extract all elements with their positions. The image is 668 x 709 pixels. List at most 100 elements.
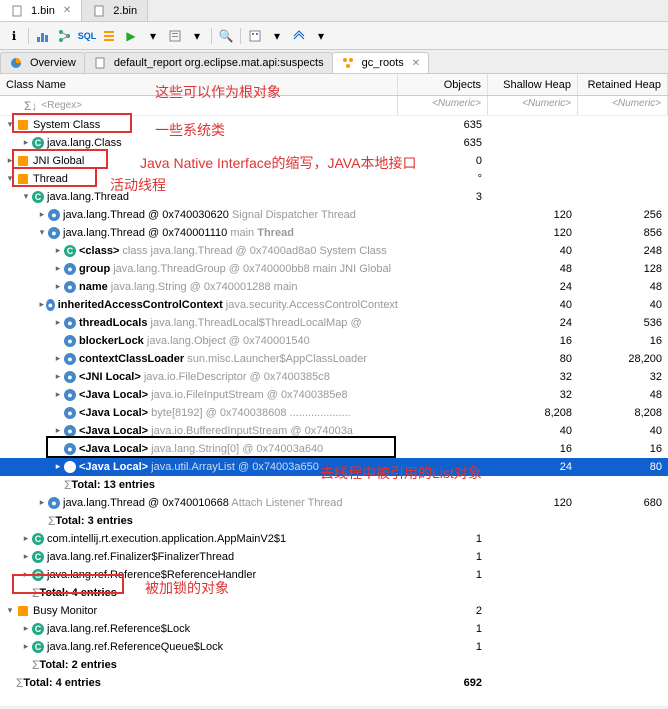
row-class[interactable]: ▸Cjava.lang.ref.Reference$Lock 1 bbox=[0, 620, 668, 638]
row-field[interactable]: ▸●<Java Local> java.io.BufferedInputStre… bbox=[0, 422, 668, 440]
object-icon: ● bbox=[64, 389, 76, 401]
filter-numeric[interactable]: <Numeric> bbox=[488, 96, 578, 115]
tab-report[interactable]: default_report org.eclipse.mat.api:suspe… bbox=[84, 52, 333, 73]
row-system-class[interactable]: ▾System Class 635 bbox=[0, 116, 668, 134]
tab-overview[interactable]: Overview bbox=[0, 52, 85, 73]
expander-icon[interactable]: ▸ bbox=[36, 209, 48, 221]
sum-icon: Σ bbox=[48, 514, 55, 528]
expander-icon[interactable]: ▸ bbox=[20, 533, 32, 545]
row-total[interactable]: ΣTotal: 3 entries bbox=[0, 512, 668, 530]
expander-icon[interactable]: ▾ bbox=[4, 605, 16, 617]
expander-icon[interactable]: ▸ bbox=[52, 317, 64, 329]
toolbar: ℹ SQL ▶ ▾ ▾ 🔍 ▾ ▾ bbox=[0, 22, 668, 50]
object-icon: ● bbox=[64, 353, 76, 365]
row-class[interactable]: ▸Cjava.lang.ref.ReferenceQueue$Lock 1 bbox=[0, 638, 668, 656]
row-total[interactable]: ΣTotal: 13 entries bbox=[0, 476, 668, 494]
object-icon: ● bbox=[64, 317, 76, 329]
filter-text: <Regex> bbox=[41, 100, 82, 111]
row-field[interactable]: ●<Java Local> java.lang.String[0] @ 0x74… bbox=[0, 440, 668, 458]
sum-icon: Σ bbox=[32, 658, 39, 672]
close-icon[interactable]: ✕ bbox=[412, 58, 420, 69]
tree-body[interactable]: ▾System Class 635 ▸Cjava.lang.Class 635 … bbox=[0, 116, 668, 706]
row-thread[interactable]: ▾Thread ° bbox=[0, 170, 668, 188]
col-retained[interactable]: Retained Heap bbox=[578, 74, 668, 95]
expander-icon[interactable]: ▸ bbox=[20, 641, 32, 653]
row-total[interactable]: ΣTotal: 4 entries bbox=[0, 584, 668, 602]
threads-icon[interactable] bbox=[99, 26, 119, 46]
row-field[interactable]: ●blockerLock java.lang.Object @ 0x740001… bbox=[0, 332, 668, 350]
row-field[interactable]: ▸●name java.lang.String @ 0x740001288 ma… bbox=[0, 278, 668, 296]
class-icon: C bbox=[32, 623, 44, 635]
row-class[interactable]: ▸Cjava.lang.ref.Reference$ReferenceHandl… bbox=[0, 566, 668, 584]
row-class[interactable]: ▸Cjava.lang.ref.Finalizer$FinalizerThrea… bbox=[0, 548, 668, 566]
row-field[interactable]: ●<Java Local> byte[8192] @ 0x740038608 .… bbox=[0, 404, 668, 422]
info-icon[interactable]: ℹ bbox=[4, 26, 24, 46]
col-shallow[interactable]: Shallow Heap bbox=[488, 74, 578, 95]
row-field[interactable]: ▸●group java.lang.ThreadGroup @ 0x740000… bbox=[0, 260, 668, 278]
close-icon[interactable]: ✕ bbox=[63, 5, 71, 16]
dropdown-icon[interactable]: ▾ bbox=[187, 26, 207, 46]
dropdown-icon[interactable]: ▾ bbox=[311, 26, 331, 46]
row-selected[interactable]: ▸<Java Local> java.util.ArrayList @ 0x74… bbox=[0, 458, 668, 476]
expander-icon[interactable]: ▸ bbox=[36, 497, 48, 509]
run-icon[interactable]: ▶ bbox=[121, 26, 141, 46]
row-total[interactable]: ΣTotal: 4 entries 692 bbox=[0, 674, 668, 692]
expander-icon[interactable]: ▸ bbox=[52, 371, 64, 383]
row-java-lang-thread[interactable]: ▾Cjava.lang.Thread 3 bbox=[0, 188, 668, 206]
histogram-icon[interactable] bbox=[33, 26, 53, 46]
expander-icon[interactable]: ▾ bbox=[20, 191, 32, 203]
row-field[interactable]: ▸●contextClassLoader sun.misc.Launcher$A… bbox=[0, 350, 668, 368]
expander-icon[interactable]: ▸ bbox=[37, 299, 46, 311]
calc-icon[interactable] bbox=[245, 26, 265, 46]
expander-icon[interactable]: ▾ bbox=[4, 173, 16, 185]
row-busy-monitor[interactable]: ▾Busy Monitor 2 bbox=[0, 602, 668, 620]
row-field[interactable]: ▸●threadLocals java.lang.ThreadLocal$Thr… bbox=[0, 314, 668, 332]
object-icon: ● bbox=[64, 425, 76, 437]
row-thread-instance[interactable]: ▸●java.lang.Thread @ 0x740030620 Signal … bbox=[0, 206, 668, 224]
search-icon[interactable]: 🔍 bbox=[216, 26, 236, 46]
col-classname[interactable]: Class Name bbox=[0, 74, 398, 95]
expander-icon[interactable]: ▸ bbox=[20, 623, 32, 635]
expander-icon[interactable]: ▸ bbox=[52, 425, 64, 437]
expander-icon[interactable]: ▸ bbox=[20, 137, 32, 149]
expander-icon[interactable]: ▸ bbox=[20, 551, 32, 563]
object-icon: ● bbox=[64, 407, 76, 419]
expander-icon[interactable]: ▸ bbox=[4, 155, 16, 167]
dropdown-icon[interactable]: ▾ bbox=[267, 26, 287, 46]
row-field[interactable]: ▸●<JNI Local> java.io.FileDescriptor @ 0… bbox=[0, 368, 668, 386]
report-icon[interactable] bbox=[165, 26, 185, 46]
tree-icon[interactable] bbox=[55, 26, 75, 46]
expander-icon[interactable]: ▸ bbox=[52, 461, 64, 473]
editor-tab-1[interactable]: 1.bin ✕ bbox=[0, 0, 82, 21]
expander-icon[interactable]: ▸ bbox=[52, 281, 64, 293]
expander-icon[interactable]: ▸ bbox=[52, 389, 64, 401]
row-total[interactable]: ΣTotal: 2 entries bbox=[0, 656, 668, 674]
sql-icon[interactable]: SQL bbox=[77, 26, 97, 46]
object-icon: ● bbox=[64, 335, 76, 347]
filter-regex[interactable]: Σ↓ <Regex> bbox=[0, 96, 398, 115]
expander-icon[interactable]: ▾ bbox=[4, 119, 16, 131]
expander-icon[interactable]: ▸ bbox=[52, 353, 64, 365]
row-thread-instance[interactable]: ▾●java.lang.Thread @ 0x740001110 main Th… bbox=[0, 224, 668, 242]
expander-icon[interactable]: ▸ bbox=[52, 263, 64, 275]
row-field[interactable]: ▸●<Java Local> java.io.FileInputStream @… bbox=[0, 386, 668, 404]
row-field[interactable]: ▸●inheritedAccessControlContext java.sec… bbox=[0, 296, 668, 314]
expander-icon[interactable]: ▸ bbox=[20, 569, 32, 581]
dropdown-icon[interactable]: ▾ bbox=[143, 26, 163, 46]
col-objects[interactable]: Objects bbox=[398, 74, 488, 95]
filter-numeric[interactable]: <Numeric> bbox=[398, 96, 488, 115]
editor-tab-2[interactable]: 2.bin bbox=[82, 0, 148, 21]
file-icon bbox=[92, 4, 106, 18]
row-thread-instance[interactable]: ▸●java.lang.Thread @ 0x740010668 Attach … bbox=[0, 494, 668, 512]
row-jni-global[interactable]: ▸JNI Global 0 bbox=[0, 152, 668, 170]
row-java-lang-class[interactable]: ▸Cjava.lang.Class 635 bbox=[0, 134, 668, 152]
row-class[interactable]: ▸Ccom.intellij.rt.execution.application.… bbox=[0, 530, 668, 548]
expander-icon[interactable]: ▾ bbox=[36, 227, 48, 239]
expand-icon[interactable] bbox=[289, 26, 309, 46]
filter-numeric[interactable]: <Numeric> bbox=[578, 96, 668, 115]
tab-label: default_report org.eclipse.mat.api:suspe… bbox=[114, 57, 324, 69]
class-icon: C bbox=[32, 569, 44, 581]
row-field[interactable]: ▸C<class> class java.lang.Thread @ 0x740… bbox=[0, 242, 668, 260]
expander-icon[interactable]: ▸ bbox=[52, 245, 64, 257]
tab-gcroots[interactable]: gc_roots ✕ bbox=[332, 52, 430, 73]
